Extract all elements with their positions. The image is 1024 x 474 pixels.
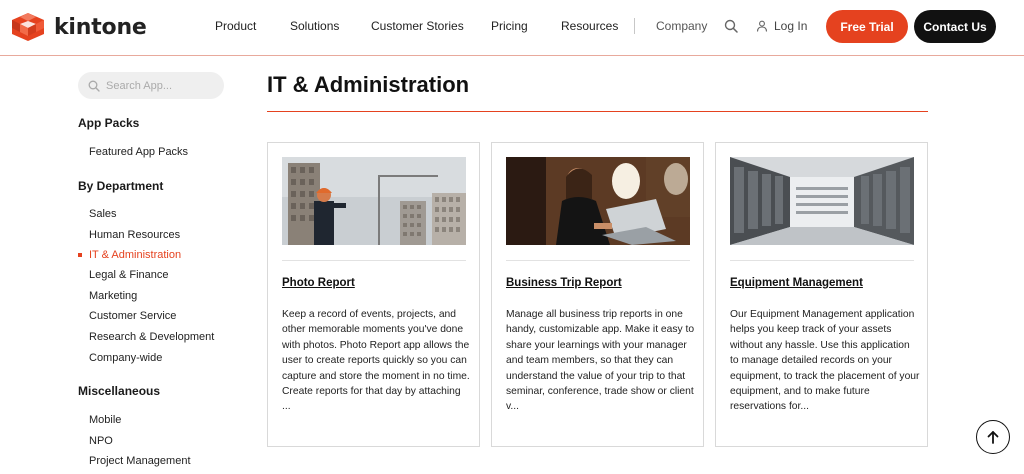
card-description: Our Equipment Management application hel…	[730, 309, 920, 413]
server-room-photo[interactable]	[730, 157, 914, 245]
search-icon[interactable]	[724, 19, 738, 33]
woman-on-plane-laptop-photo[interactable]	[506, 157, 690, 245]
sidebar-item-legal-finance[interactable]: Legal & Finance	[89, 269, 169, 281]
user-icon	[756, 20, 768, 32]
sidebar-item-project-management[interactable]: Project Management	[89, 455, 191, 467]
card-divider	[282, 260, 466, 261]
brand-name: kintone	[54, 14, 147, 40]
card-description: Keep a record of events, projects, and o…	[282, 309, 470, 413]
search-app-input[interactable]	[106, 79, 216, 92]
nav-resources[interactable]: Resources	[561, 19, 618, 33]
nav-pricing[interactable]: Pricing	[491, 19, 528, 33]
card-divider	[506, 260, 690, 261]
sidebar-item-marketing[interactable]: Marketing	[89, 290, 137, 302]
sidebar-item-company-wide[interactable]: Company-wide	[89, 352, 162, 364]
app-card-equipment-management[interactable]: Equipment Management Our Equipment Manag…	[715, 142, 928, 447]
login-link[interactable]: Log In	[756, 19, 807, 33]
construction-worker-photo[interactable]	[282, 157, 466, 245]
nav-product[interactable]: Product	[215, 19, 256, 33]
sidebar-item-it-administration[interactable]: IT & Administration	[89, 249, 181, 261]
scroll-to-top-button[interactable]	[976, 420, 1010, 454]
card-description: Manage all business trip reports in one …	[506, 309, 695, 413]
card-divider	[730, 260, 914, 261]
site-header: kintone Product Solutions Customer Stori…	[0, 0, 1024, 56]
sidebar-item-sales[interactable]: Sales	[89, 208, 117, 220]
active-indicator	[78, 253, 82, 257]
app-card-business-trip-report[interactable]: Business Trip Report Manage all business…	[491, 142, 704, 447]
miscellaneous-heading: Miscellaneous	[78, 384, 161, 398]
by-department-heading: By Department	[78, 179, 164, 193]
sidebar-item-human-resources[interactable]: Human Resources	[89, 229, 180, 241]
nav-company[interactable]: Company	[656, 19, 707, 33]
free-trial-button[interactable]: Free Trial	[826, 10, 908, 43]
card-title-link[interactable]: Equipment Management	[730, 277, 863, 289]
title-divider	[267, 111, 928, 112]
nav-customer-stories[interactable]: Customer Stories	[371, 19, 464, 33]
card-title-link[interactable]: Business Trip Report	[506, 277, 622, 289]
contact-us-button[interactable]: Contact Us	[914, 10, 996, 43]
search-app-box[interactable]	[78, 72, 224, 99]
page-title: IT & Administration	[267, 72, 470, 97]
kintone-logo-icon	[12, 13, 44, 41]
app-card-photo-report[interactable]: Photo Report Keep a record of events, pr…	[267, 142, 480, 447]
arrow-up-icon	[987, 431, 999, 444]
nav-solutions[interactable]: Solutions	[290, 19, 339, 33]
sidebar-item-npo[interactable]: NPO	[89, 435, 113, 447]
app-packs-heading: App Packs	[78, 116, 140, 130]
nav-divider	[634, 18, 635, 34]
sidebar-item-research-development[interactable]: Research & Development	[89, 331, 214, 343]
search-icon	[88, 80, 100, 92]
sidebar-item-featured-app-packs[interactable]: Featured App Packs	[89, 146, 188, 158]
card-title-link[interactable]: Photo Report	[282, 277, 355, 289]
sidebar-item-mobile[interactable]: Mobile	[89, 414, 121, 426]
sidebar-item-customer-service[interactable]: Customer Service	[89, 310, 176, 322]
kintone-logo[interactable]: kintone	[10, 12, 147, 42]
login-label: Log In	[774, 19, 808, 33]
